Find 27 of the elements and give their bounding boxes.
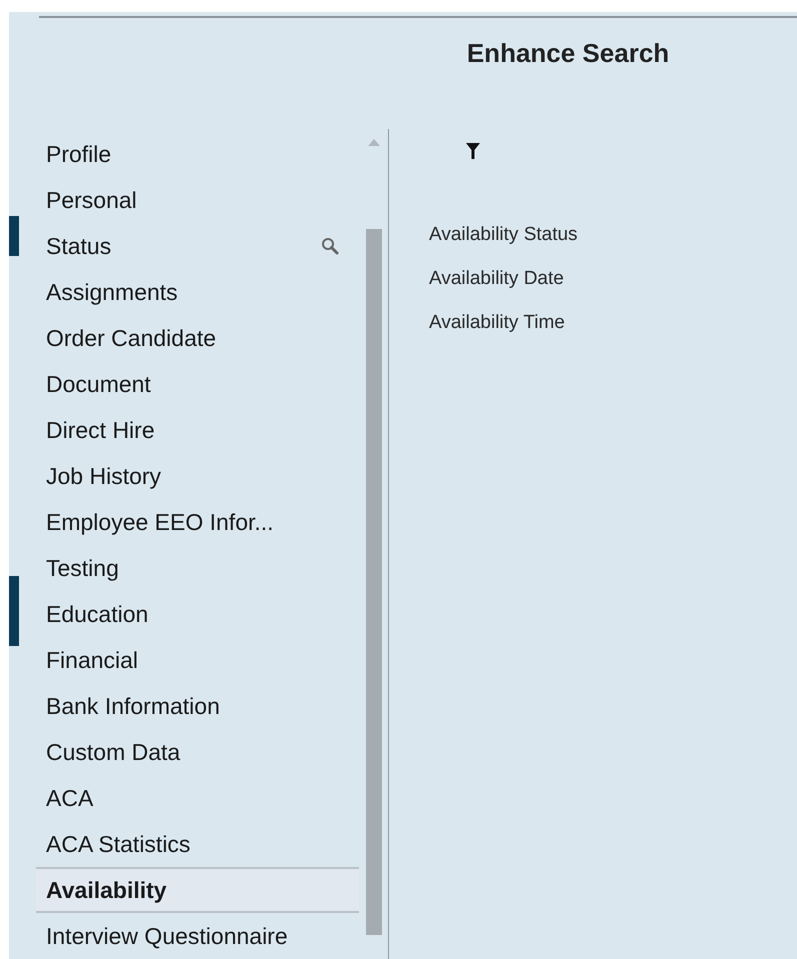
sidebar-item[interactable]: Profile [36,131,359,177]
sidebar-item[interactable]: Availability [36,867,359,913]
sidebar-item[interactable]: ACA [36,775,359,821]
sidebar-item[interactable]: Testing [36,545,359,591]
sidebar-item[interactable]: ACA Statistics [36,821,359,867]
sidebar-item[interactable]: Custom Data [36,729,359,775]
sidebar-item[interactable]: Interview Questionnaire [36,913,359,959]
sidebar-item[interactable]: Education [36,591,359,637]
sidebar-item[interactable]: Job History [36,453,359,499]
sidebar-item[interactable]: Assignments [36,269,359,315]
sidebar-item[interactable]: Financial [36,637,359,683]
field-option[interactable]: Availability Time [429,308,578,352]
scroll-up-icon[interactable] [368,139,380,146]
field-option[interactable]: Availability Date [429,264,578,308]
sidebar-item[interactable]: Status [36,223,359,269]
sidebar-item[interactable]: Bank Information [36,683,359,729]
accent-bar [9,216,19,256]
sidebar-item[interactable]: Document [36,361,359,407]
sidebar-item[interactable]: Order Candidate [36,315,359,361]
sidebar-item[interactable]: Employee EEO Infor... [36,499,359,545]
field-option[interactable]: Availability Status [429,220,578,264]
filter-icon[interactable] [466,143,480,159]
sidebar-item[interactable]: Direct Hire [36,407,359,453]
search-icon[interactable] [321,237,339,255]
sidebar-item[interactable]: Personal [36,177,359,223]
accent-bar [9,576,19,646]
page-title: Enhance Search [466,36,670,70]
